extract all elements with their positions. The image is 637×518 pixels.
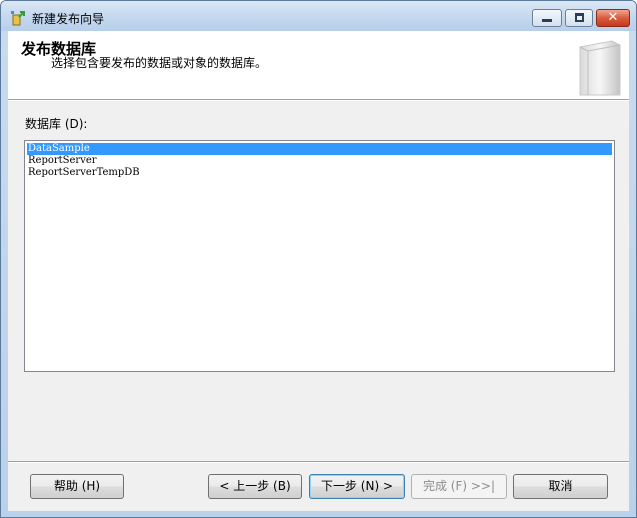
wizard-header: 发布数据库 选择包含要发布的数据或对象的数据库。 <box>8 31 629 100</box>
wizard-window: 新建发布向导 ✕ 发布数据库 选择包含要发布的数据或对象的数据库。 数据库 (D… <box>0 0 637 518</box>
list-item[interactable]: ReportServerTempDB <box>27 167 612 179</box>
header-separator <box>8 100 629 101</box>
database-list-label: 数据库 (D): <box>25 117 88 131</box>
cancel-button[interactable]: 取消 <box>513 474 608 499</box>
minimize-button[interactable] <box>532 9 562 27</box>
title-bar[interactable]: 新建发布向导 ✕ <box>1 1 636 31</box>
list-item[interactable]: ReportServer <box>27 155 612 167</box>
database-listbox[interactable]: DataSample ReportServer ReportServerTemp… <box>24 140 615 372</box>
back-button[interactable]: < 上一步 (B) <box>208 474 302 499</box>
close-button[interactable]: ✕ <box>596 9 630 27</box>
wizard-app-icon <box>11 11 25 26</box>
wizard-client: 发布数据库 选择包含要发布的数据或对象的数据库。 数据库 (D): DataSa… <box>8 31 629 511</box>
close-icon: ✕ <box>607 10 619 25</box>
list-item[interactable]: DataSample <box>27 143 612 155</box>
database-graphic-icon <box>579 40 621 96</box>
next-button[interactable]: 下一步 (N) > <box>309 474 405 499</box>
maximize-icon <box>575 13 584 22</box>
minimize-icon <box>542 19 552 22</box>
footer-separator-highlight <box>8 462 629 463</box>
maximize-button[interactable] <box>565 9 593 27</box>
window-title: 新建发布向导 <box>32 12 105 26</box>
help-button[interactable]: 帮助 (H) <box>30 474 124 499</box>
finish-button[interactable]: 完成 (F) >>| <box>411 474 507 499</box>
page-subtitle: 选择包含要发布的数据或对象的数据库。 <box>51 56 268 70</box>
